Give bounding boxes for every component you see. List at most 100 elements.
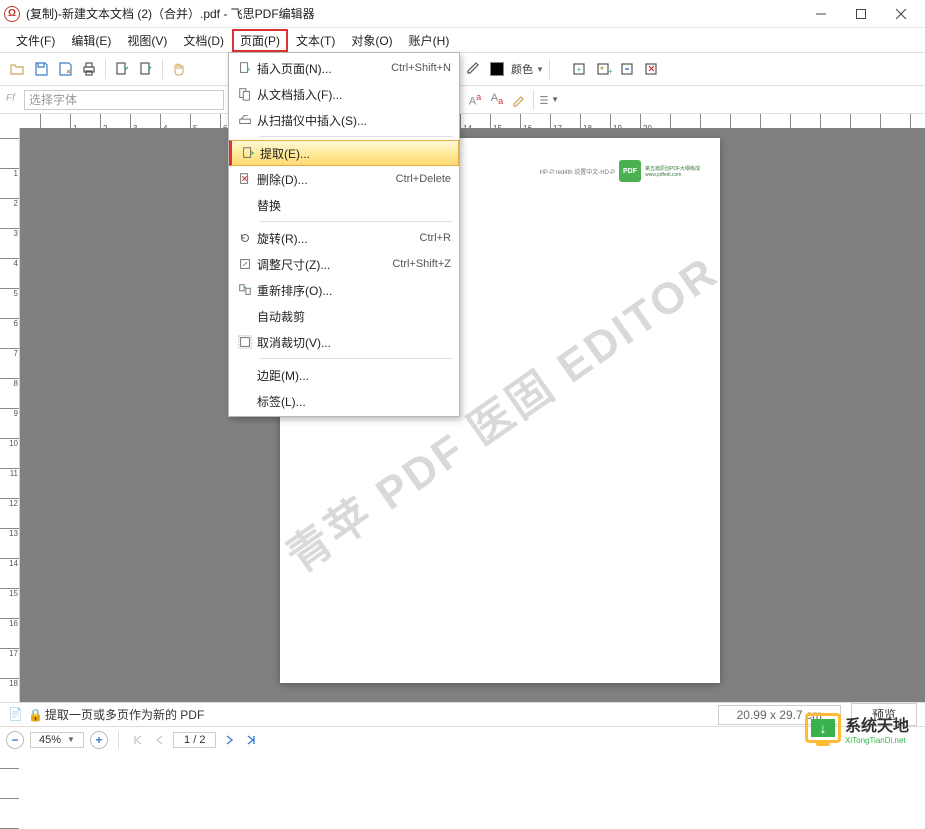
menu-separator	[259, 136, 453, 137]
menuitem-shortcut: Ctrl+Delete	[396, 173, 451, 185]
svg-text:+: +	[247, 67, 251, 74]
menu-account[interactable]: 账户(H)	[401, 29, 458, 52]
menu-edit[interactable]: 编辑(E)	[63, 29, 119, 52]
menuitem-reorder[interactable]: 重新排序(O)...	[229, 277, 459, 303]
add-text-icon[interactable]: +	[569, 58, 591, 80]
font-select[interactable]: 选择字体	[24, 90, 224, 110]
last-page-button[interactable]	[242, 731, 260, 749]
resize-icon	[233, 257, 257, 271]
svg-text:+: +	[608, 67, 612, 76]
menuitem-replace[interactable]: 替换	[229, 192, 459, 218]
menuitem-autocrop[interactable]: 自动裁剪	[229, 303, 459, 329]
delete-object-icon[interactable]	[641, 58, 663, 80]
page-dropdown-menu: + 插入页面(N)... Ctrl+Shift+N 从文档插入(F)... 从扫…	[228, 52, 460, 417]
uncrop-icon	[233, 335, 257, 349]
menu-file[interactable]: 文件(F)	[8, 29, 63, 52]
statusbar-upper: 📄 🔒 提取一页或多页作为新的 PDF 20.99 x 29.7 cm 预览	[0, 702, 925, 726]
menu-object[interactable]: 对象(O)	[343, 29, 400, 52]
menuitem-label: 标签(L)...	[257, 393, 451, 410]
first-page-button[interactable]	[129, 731, 147, 749]
save-icon[interactable]	[30, 58, 52, 80]
toolbar-area: 颜色 ▼ + +	[0, 52, 925, 86]
menu-page[interactable]: 页面(P)	[232, 29, 288, 52]
menuitem-insert-from-scanner[interactable]: 从扫描仪中插入(S)...	[229, 107, 459, 133]
monitor-icon: ↓	[805, 713, 841, 743]
menuitem-rotate[interactable]: 旋转(R)... Ctrl+R	[229, 225, 459, 251]
menuitem-label: 插入页面(N)...	[257, 60, 391, 77]
print-icon[interactable]	[78, 58, 100, 80]
menuitem-label: 取消裁切(V)...	[257, 334, 451, 351]
menu-separator	[259, 358, 453, 359]
ruler-vertical: 1234567891011121314151617181920	[0, 128, 20, 702]
menuitem-label: 删除(D)...	[257, 171, 396, 188]
menuitem-delete[interactable]: 删除(D)... Ctrl+Delete	[229, 166, 459, 192]
page-header-text2: www.pdfedi.com	[645, 172, 700, 178]
copy-page-icon[interactable]	[111, 58, 133, 80]
menuitem-extract[interactable]: 提取(E)...	[229, 140, 459, 166]
insert-page-icon: +	[233, 61, 257, 75]
zoom-in-button[interactable]: +	[90, 731, 108, 749]
menu-view[interactable]: 视图(V)	[119, 29, 175, 52]
eyedropper-icon[interactable]	[461, 58, 483, 80]
superscript-icon[interactable]: Aa	[464, 89, 486, 111]
page-number-field[interactable]: 1 / 2	[173, 732, 216, 748]
zoom-out-button[interactable]: −	[6, 731, 24, 749]
rotate-icon	[233, 231, 257, 245]
minimize-button[interactable]	[801, 0, 841, 28]
menuitem-resize[interactable]: 调整尺寸(Z)... Ctrl+Shift+Z	[229, 251, 459, 277]
menuitem-label: 重新排序(O)...	[257, 282, 451, 299]
highlight-icon[interactable]	[508, 89, 530, 111]
menuitem-insert-from-doc[interactable]: 从文档插入(F)...	[229, 81, 459, 107]
menuitem-label: 旋转(R)...	[257, 230, 420, 247]
saveas-icon[interactable]	[54, 58, 76, 80]
app-icon: Ω	[4, 6, 20, 22]
badge-cn-text: 系统天地	[845, 712, 909, 736]
subscript-icon[interactable]: Aa	[486, 89, 508, 111]
menu-separator	[259, 221, 453, 222]
menuitem-label: 边距(M)...	[257, 367, 451, 384]
close-button[interactable]	[881, 0, 921, 28]
window-title: (复制)-新建文本文档 (2)（合并）.pdf - 飞思PDF编辑器	[26, 5, 801, 22]
menuitem-label: 从文档插入(F)...	[257, 86, 451, 103]
menuitem-shortcut: Ctrl+Shift+Z	[392, 258, 451, 270]
menubar: 文件(F) 编辑(E) 视图(V) 文档(D) 页面(P) 文本(T) 对象(O…	[0, 28, 925, 52]
add-image-icon[interactable]: +	[593, 58, 615, 80]
add-link-icon[interactable]	[617, 58, 639, 80]
canvas-area[interactable]: HP-P:red4th 说置中文-HD-P PDF 第五篇原创PDF大纲练成 w…	[20, 128, 925, 702]
open-icon[interactable]	[6, 58, 28, 80]
color-dropdown-arrow-icon[interactable]: ▼	[536, 65, 544, 74]
lock-icon: 🔒	[28, 708, 43, 722]
page-header-text1: 第五篇原创PDF大纲练成	[645, 165, 700, 172]
menuitem-shortcut: Ctrl+R	[420, 232, 451, 244]
paste-page-icon[interactable]	[135, 58, 157, 80]
menuitem-margins[interactable]: 边距(M)...	[229, 362, 459, 388]
insert-doc-icon	[233, 87, 257, 101]
zoom-value-text: 45%	[39, 734, 61, 746]
menuitem-label: 提取(E)...	[260, 145, 450, 162]
color-label: 颜色	[511, 61, 533, 77]
menuitem-label: 调整尺寸(Z)...	[257, 256, 392, 273]
menuitem-label: 自动裁剪	[257, 308, 451, 325]
hint-icon: 📄	[8, 707, 24, 723]
next-page-button[interactable]	[220, 731, 238, 749]
line-spacing-icon[interactable]: ▼	[537, 89, 559, 111]
extract-icon	[236, 146, 260, 160]
menuitem-uncrop[interactable]: 取消裁切(V)...	[229, 329, 459, 355]
page-header-line: HP-P:red4th 说置中文-HD-P	[540, 167, 615, 176]
menuitem-labels[interactable]: 标签(L)...	[229, 388, 459, 414]
prev-page-button[interactable]	[151, 731, 169, 749]
status-hint: 提取一页或多页作为新的 PDF	[45, 706, 718, 723]
menuitem-insert-page[interactable]: + 插入页面(N)... Ctrl+Shift+N	[229, 55, 459, 81]
font-placeholder: 选择字体	[29, 91, 77, 108]
hand-icon[interactable]	[168, 58, 190, 80]
menu-document[interactable]: 文档(D)	[175, 29, 232, 52]
scanner-icon	[233, 113, 257, 127]
maximize-button[interactable]	[841, 0, 881, 28]
menu-text[interactable]: 文本(T)	[288, 29, 343, 52]
workspace: 1234567891011121314151617181920 HP-P:red…	[0, 128, 925, 702]
zoom-value[interactable]: 45%▼	[30, 732, 84, 748]
fill-color-icon[interactable]	[485, 58, 507, 80]
menuitem-label: 从扫描仪中插入(S)...	[257, 112, 451, 129]
titlebar: Ω (复制)-新建文本文档 (2)（合并）.pdf - 飞思PDF编辑器	[0, 0, 925, 28]
font-toolbar: Ff 选择字体 Aa Aa ▼	[0, 86, 925, 114]
